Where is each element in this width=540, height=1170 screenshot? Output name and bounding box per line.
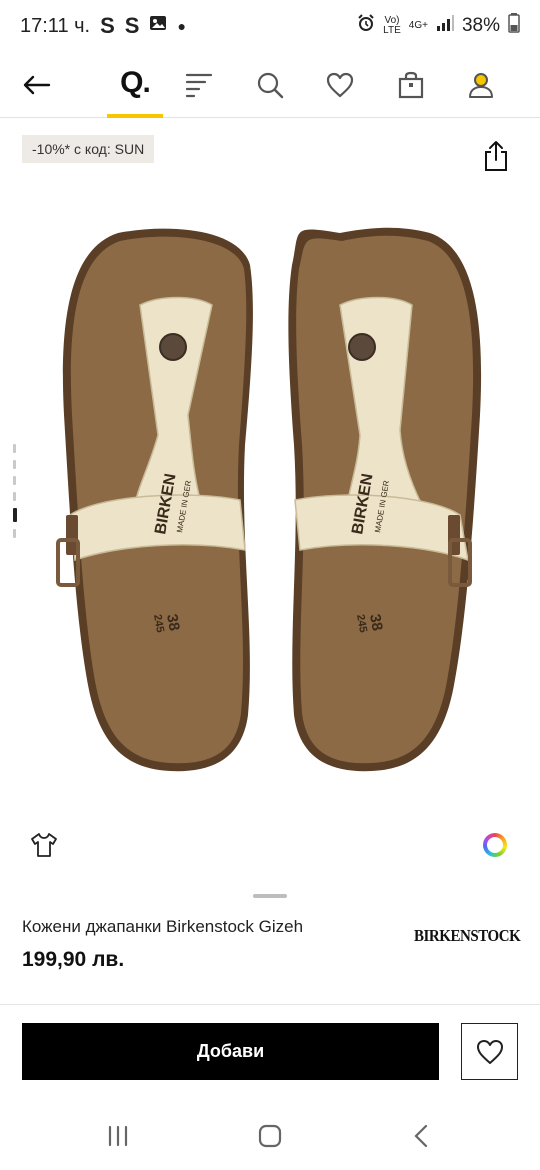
signal-icon [436,15,454,37]
color-picker-icon[interactable] [483,833,507,857]
brand-logo[interactable]: BIRKENSTOCK [414,926,521,946]
search-icon [257,72,284,99]
battery-icon [508,13,520,39]
right-sandal: BIRKEN MADE IN GER 38 245 [288,227,482,772]
bag-icon [398,71,424,99]
gallery-dot[interactable] [13,492,16,501]
gallery-dot[interactable] [13,444,16,453]
add-to-cart-button[interactable]: Добави [22,1023,439,1080]
product-name: Кожени джапанки Birkenstock Gizeh [22,917,304,936]
search-button[interactable] [254,52,286,118]
bottom-sheet-handle[interactable] [253,894,287,898]
heart-icon [326,72,354,98]
volte-indicator: Vo) LTE [383,15,401,36]
left-sandal: BIRKEN MADE IN GER 38 245 [56,228,253,772]
system-back-button[interactable] [408,1123,436,1149]
promo-code-badge: -10%* с код: SUN [22,135,155,163]
status-bar: 17:11 ч. S S ● Vo) LTE 4G+ 38% [0,0,540,52]
alarm-icon [357,14,375,38]
share-icon [485,141,507,171]
gallery-dot[interactable] [13,460,16,469]
brand-logo-text: Q. [120,66,151,99]
sandals-illustration: BIRKEN MADE IN GER 38 245 BIRKEN MADE IN… [56,227,482,772]
product-page: 17:11 ч. S S ● Vo) LTE 4G+ 38% Q. -10%* … [0,0,540,1170]
top-navigation: Q. [0,52,540,118]
home-button[interactable] [256,1123,284,1149]
gallery-pager[interactable] [13,444,19,545]
chevron-left-icon [414,1124,428,1148]
system-navigation-bar [0,1105,540,1170]
divider [0,1004,540,1005]
gallery-dot-active[interactable] [13,508,17,522]
back-arrow-icon [23,75,51,95]
home-icon [258,1124,282,1148]
notification-dot-icon: ● [177,18,186,34]
wishlist-button[interactable] [324,52,356,118]
gallery-dot[interactable] [13,476,16,485]
share-button[interactable] [481,140,511,172]
product-image[interactable]: BIRKEN MADE IN GER 38 245 BIRKEN MADE IN… [40,215,510,790]
gallery-dot[interactable] [13,529,16,538]
back-button[interactable] [20,52,54,118]
heart-icon [476,1039,503,1064]
tshirt-icon [31,833,57,857]
network-4g-indicator: 4G+ [408,20,428,31]
clock: 17:11 ч. [20,14,91,37]
size-guide-button[interactable] [30,832,58,858]
product-price: 199,90 лв. [22,948,125,971]
app-icon-s: S [100,13,115,38]
account-button[interactable] [465,52,497,118]
menu-icon [185,73,213,98]
gallery-notification-icon [149,14,167,38]
add-to-wishlist-button[interactable] [461,1023,518,1080]
battery-percent: 38% [461,15,500,36]
home-logo-tab[interactable]: Q. [107,52,163,118]
menu-button[interactable] [183,52,215,118]
recent-apps-button[interactable] [104,1123,132,1149]
recent-apps-icon [108,1125,128,1147]
cart-button[interactable] [395,52,427,118]
app-icon-s: S [124,13,140,38]
account-icon [469,73,493,98]
